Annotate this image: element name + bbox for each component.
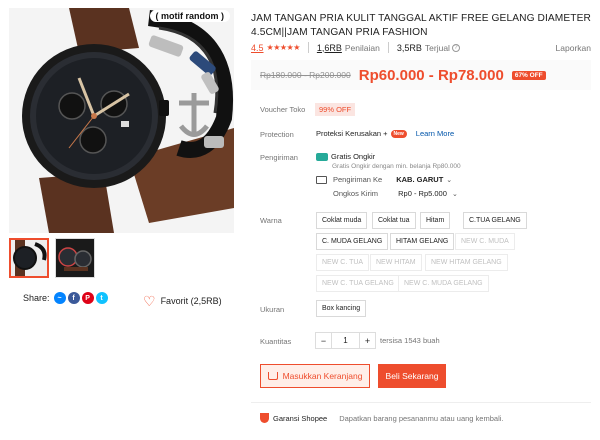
ship-cost-row[interactable]: Ongkos Kirim Rp0 - Rp5.000 ⌄ [333, 189, 458, 198]
learn-more-link[interactable]: Learn More [416, 129, 454, 138]
color-option[interactable]: C. MUDA GELANG [316, 233, 389, 250]
truck-icon [316, 175, 327, 184]
product-main-image[interactable]: ( motif random ) [9, 8, 234, 233]
color-option[interactable]: HITAM GELANG [390, 233, 455, 250]
protection-label: Protection [260, 130, 294, 139]
messenger-icon[interactable]: ~ [53, 292, 66, 304]
ship-cost-value: Rp0 - Rp5.000 [398, 189, 447, 198]
quantity-label: Kuantitas [260, 337, 292, 346]
rating-score[interactable]: 4.5 [251, 43, 264, 53]
color-option[interactable]: Coklat muda [316, 212, 368, 229]
watch-illustration [9, 8, 234, 233]
product-title: JAM TANGAN PRIA KULIT TANGGAL AKTIF FREE… [251, 13, 591, 38]
ship-destination[interactable]: KAB. GARUT [396, 175, 443, 184]
chevron-down-icon: ⌄ [451, 191, 458, 198]
increase-button[interactable]: + [359, 332, 376, 349]
thumbnail-image [11, 240, 47, 276]
divider [387, 42, 389, 53]
new-badge: New [390, 129, 407, 138]
quantity-input[interactable]: 1 [332, 332, 359, 349]
color-option-disabled: NEW HITAM GELANG [425, 254, 508, 271]
voucher-label: Voucher Toko [260, 105, 306, 114]
color-option-disabled: NEW C. MUDA GELANG [398, 275, 489, 292]
share-row: Share: ~ f P t [23, 292, 110, 304]
ship-cost-label: Ongkos Kirim [333, 189, 379, 198]
thumbnail-1[interactable] [9, 238, 49, 278]
sold-count: 3,5RB [396, 42, 422, 53]
color-label: Warna [260, 216, 282, 225]
free-shipping-note: Gratis Ongkir dengan min. belanja Rp80.0… [332, 163, 461, 171]
price-box: Rp180.000 - Rp200.000 Rp60.000 - Rp78.00… [251, 60, 591, 90]
thumbnail-image [56, 239, 94, 277]
facebook-icon[interactable]: f [67, 292, 80, 304]
thumbnail-2[interactable] [55, 238, 95, 278]
sale-price: Rp60.000 - Rp78.000 [358, 66, 504, 84]
thumbnail-strip [9, 238, 95, 278]
original-price: Rp180.000 - Rp200.000 [260, 70, 351, 80]
color-option-disabled: NEW C. MUDA [455, 233, 515, 250]
motif-tag: ( motif random ) [149, 10, 230, 22]
cart-icon [267, 372, 278, 380]
sold-label: Terjual [424, 42, 450, 53]
color-option-disabled: NEW HITAM [370, 254, 422, 271]
rating-label: Penilaian [344, 42, 380, 53]
free-shipping: Gratis Ongkir Gratis Ongkir dengan min. … [316, 152, 461, 170]
shipping-label: Pengiriman [260, 153, 298, 162]
guarantee-desc: Dapatkan barang pesananmu atau uang kemb… [339, 413, 504, 423]
share-label: Share: [23, 293, 50, 303]
size-label: Ukuran [260, 305, 285, 314]
add-to-cart-label: Masukkan Keranjang [282, 371, 363, 381]
ship-to-row[interactable]: Pengiriman Ke KAB. GARUT ⌄ [316, 175, 452, 184]
color-option-disabled: NEW C. TUA [316, 254, 370, 271]
quantity-stepper: − 1 + [315, 332, 376, 349]
decrease-button[interactable]: − [315, 332, 332, 349]
pinterest-icon[interactable]: P [81, 292, 94, 304]
size-option[interactable]: Box kancing [316, 300, 367, 317]
color-option[interactable]: Coklat tua [372, 212, 416, 229]
color-option[interactable]: C.TUA GELANG [463, 212, 527, 229]
divider [307, 42, 309, 53]
stock-remaining: tersisa 1543 buah [380, 336, 440, 345]
color-option[interactable]: Hitam [420, 212, 451, 229]
chevron-down-icon: ⌄ [446, 176, 453, 184]
voucher-chip[interactable]: 99% OFF [315, 103, 356, 116]
rating-count[interactable]: 1,6RB [317, 43, 342, 53]
help-icon[interactable]: ? [451, 43, 460, 52]
favorite-button[interactable]: ♡ Favorit (2,5RB) [143, 294, 222, 308]
divider [251, 402, 591, 403]
shield-icon [260, 413, 269, 423]
buy-now-button[interactable]: Beli Sekarang [378, 364, 446, 388]
add-to-cart-button[interactable]: Masukkan Keranjang [260, 364, 370, 388]
color-option-disabled: NEW C. TUA GELANG [316, 275, 400, 292]
guarantee-title: Garansi Shopee [273, 413, 328, 423]
protection-text: Proteksi Kerusakan + [316, 129, 388, 138]
report-link[interactable]: Laporkan [556, 43, 591, 53]
ship-to-label: Pengiriman Ke [333, 175, 383, 184]
rating-stars: ★★★★★ [266, 43, 301, 52]
protection-row: Proteksi Kerusakan + New Learn More [316, 129, 454, 138]
free-shipping-icon [316, 153, 328, 162]
favorite-label: Favorit (2,5RB) [160, 296, 222, 306]
discount-badge: 67% OFF [511, 70, 546, 80]
shopee-guarantee: Garansi Shopee Dapatkan barang pesananmu… [260, 413, 504, 423]
rating-row: 4.5 ★★★★★ 1,6RB Penilaian 3,5RB Terjual … [251, 42, 591, 53]
heart-icon: ♡ [143, 293, 156, 309]
free-shipping-title: Gratis Ongkir [331, 152, 376, 161]
twitter-icon[interactable]: t [95, 292, 108, 304]
